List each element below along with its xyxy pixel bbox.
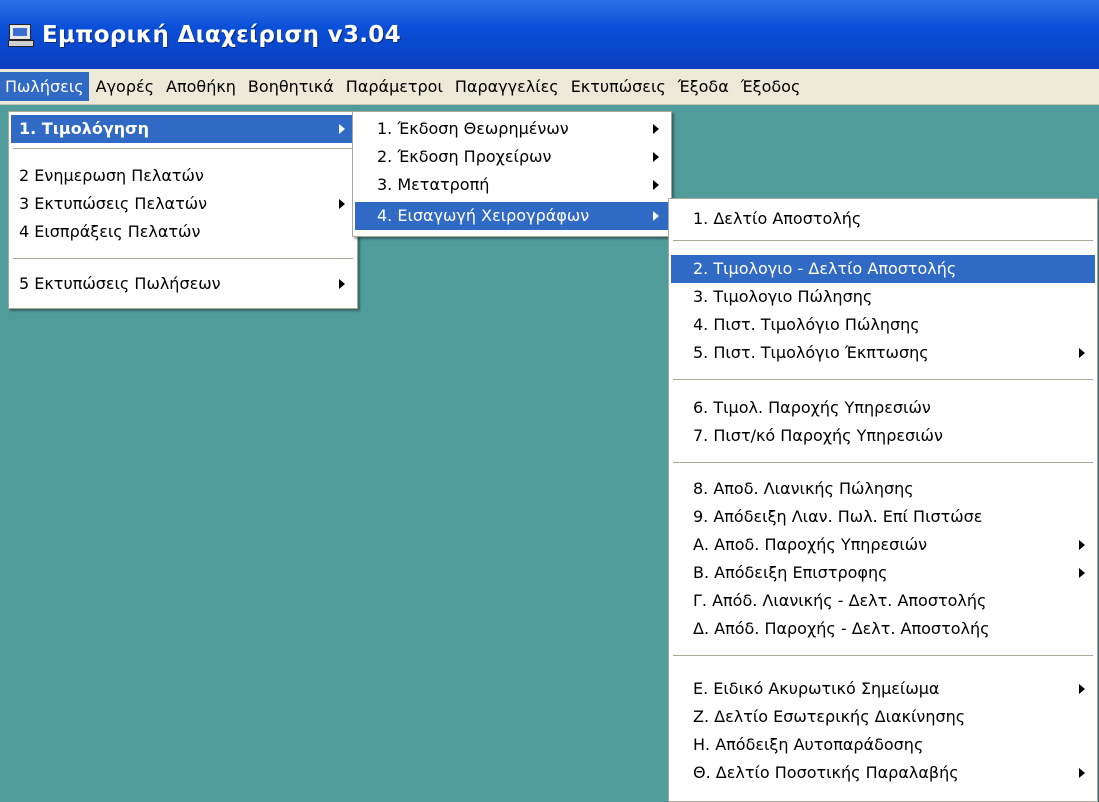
- menu-item-quantity-receipt-note[interactable]: Θ. Δελτίο Ποσοτικής Παραλαβής: [671, 759, 1095, 787]
- menu-item-label: 3. Μετατροπή: [377, 175, 490, 194]
- menu-item-sales-prints[interactable]: 5 Εκτυπώσεις Πωλήσεων: [11, 270, 355, 298]
- menu-item-retail-credit-receipt[interactable]: 9. Απόδειξη Λιαν. Πωλ. Επί Πιστώσε: [671, 503, 1095, 531]
- menubar-item-exit[interactable]: Έξοδος: [736, 72, 806, 101]
- menu-item-label: 1. Έκδοση Θεωρημένων: [377, 119, 569, 138]
- menu-item-credit-sales-invoice[interactable]: 4. Πιστ. Τιμολόγιο Πώλησης: [671, 311, 1095, 339]
- submenu-arrow-icon: [1079, 540, 1085, 550]
- submenu-arrow-icon: [339, 199, 345, 209]
- sales-menu: 1. Τιμολόγηση 2 Ενημερωση Πελατών 3 Εκτυ…: [8, 111, 358, 309]
- menu-item-conversion[interactable]: 3. Μετατροπή: [355, 171, 669, 199]
- menu-bar: Πωλήσεις Αγορές Αποθήκη Βοηθητικά Παράμε…: [0, 69, 1099, 105]
- menu-item-label: 4. Εισαγωγή Χειρογράφων: [377, 206, 590, 225]
- menu-item-sales-invoice[interactable]: 3. Τιμολογιο Πώλησης: [671, 283, 1095, 311]
- menu-item-label: 6. Τιμολ. Παροχής Υπηρεσιών: [693, 398, 931, 417]
- submenu-arrow-icon: [1079, 568, 1085, 578]
- submenu-arrow-icon: [653, 124, 659, 134]
- menu-item-services-credit[interactable]: 7. Πιστ/κό Παροχής Υπηρεσιών: [671, 422, 1095, 450]
- submenu-arrow-icon: [339, 279, 345, 289]
- menu-item-import-manual[interactable]: 4. Εισαγωγή Χειρογράφων: [355, 202, 669, 230]
- menubar-item-purchases[interactable]: Αγορές: [91, 72, 159, 101]
- menu-separator: [673, 462, 1093, 464]
- menu-item-return-receipt[interactable]: Β. Απόδειξη Επιστροφης: [671, 559, 1095, 587]
- window-title: Εμπορική Διαχείριση v3.04: [42, 21, 401, 48]
- menubar-item-prints[interactable]: Εκτυπώσεις: [566, 72, 671, 101]
- submenu-arrow-icon: [1079, 348, 1085, 358]
- menu-item-customer-prints[interactable]: 3 Εκτυπώσεις Πελατών: [11, 190, 355, 218]
- submenu-arrow-icon: [1079, 768, 1085, 778]
- menu-item-delivery-note[interactable]: 1. Δελτίο Αποστολής: [671, 205, 1095, 233]
- menu-item-internal-transfer-note[interactable]: Ζ. Δελτίο Εσωτερικής Διακίνησης: [671, 703, 1095, 731]
- submenu-arrow-icon: [653, 211, 659, 221]
- menu-item-invoicing[interactable]: 1. Τιμολόγηση: [11, 115, 355, 143]
- menu-separator: [13, 258, 353, 260]
- menu-item-issue-certified[interactable]: 1. Έκδοση Θεωρημένων: [355, 115, 669, 143]
- menu-separator: [673, 379, 1093, 381]
- submenu-arrow-icon: [339, 124, 345, 134]
- menu-item-retail-receipt[interactable]: 8. Αποδ. Λιανικής Πώλησης: [671, 475, 1095, 503]
- menu-item-retail-delivery-receipt[interactable]: Γ. Απόδ. Λιανικής - Δελτ. Αποστολής: [671, 587, 1095, 615]
- title-bar: Εμπορική Διαχείριση v3.04: [0, 0, 1099, 69]
- menu-item-special-cancellation-note[interactable]: Ε. Ειδικό Ακυρωτικό Σημείωμα: [671, 675, 1095, 703]
- menu-item-label: Γ. Απόδ. Λιανικής - Δελτ. Αποστολής: [693, 591, 987, 610]
- menu-item-label: 3 Εκτυπώσεις Πελατών: [19, 194, 208, 213]
- menu-item-label: Η. Απόδειξη Αυτοπαράδοσης: [693, 735, 924, 754]
- menubar-item-parameters[interactable]: Παράμετροι: [341, 72, 448, 101]
- menu-item-credit-discount-invoice[interactable]: 5. Πιστ. Τιμολόγιο Έκπτωσης: [671, 339, 1095, 367]
- menu-item-self-delivery-receipt[interactable]: Η. Απόδειξη Αυτοπαράδοσης: [671, 731, 1095, 759]
- menu-item-label: 8. Αποδ. Λιανικής Πώλησης: [693, 479, 914, 498]
- menu-item-label: 2 Ενημερωση Πελατών: [19, 166, 204, 185]
- menu-item-issue-drafts[interactable]: 2. Έκδοση Προχείρων: [355, 143, 669, 171]
- menu-item-label: 4 Εισπράξεις Πελατών: [19, 222, 201, 241]
- menu-item-update-customers[interactable]: 2 Ενημερωση Πελατών: [11, 162, 355, 190]
- invoicing-submenu: 1. Έκδοση Θεωρημένων 2. Έκδοση Προχείρων…: [352, 111, 672, 237]
- menubar-item-sales[interactable]: Πωλήσεις: [0, 72, 89, 101]
- menu-item-label: Β. Απόδειξη Επιστροφης: [693, 563, 888, 582]
- menu-item-label: 2. Τιμολογιο - Δελτίο Αποστολής: [693, 259, 957, 278]
- submenu-arrow-icon: [1079, 684, 1085, 694]
- menu-item-label: Δ. Απόδ. Παροχής - Δελτ. Αποστολής: [693, 619, 990, 638]
- menubar-item-utilities[interactable]: Βοηθητικά: [243, 72, 339, 101]
- menu-item-label: 5 Εκτυπώσεις Πωλήσεων: [19, 274, 221, 293]
- menu-separator: [673, 240, 1093, 242]
- menu-item-label: Ε. Ειδικό Ακυρωτικό Σημείωμα: [693, 679, 940, 698]
- menu-item-label: 3. Τιμολογιο Πώλησης: [693, 287, 873, 306]
- menu-item-customer-receipts[interactable]: 4 Εισπράξεις Πελατών: [11, 218, 355, 246]
- computer-icon[interactable]: [8, 23, 34, 47]
- menu-separator: [13, 148, 353, 150]
- menu-separator: [673, 655, 1093, 657]
- menubar-item-orders[interactable]: Παραγγελίες: [450, 72, 564, 101]
- menu-item-label: Ζ. Δελτίο Εσωτερικής Διακίνησης: [693, 707, 966, 726]
- menu-item-label: 2. Έκδοση Προχείρων: [377, 147, 552, 166]
- menu-item-label: 5. Πιστ. Τιμολόγιο Έκπτωσης: [693, 343, 929, 362]
- menu-item-label: Α. Αποδ. Παροχής Υπηρεσιών: [693, 535, 928, 554]
- submenu-arrow-icon: [653, 180, 659, 190]
- menu-item-label: 1. Δελτίο Αποστολής: [693, 209, 862, 228]
- menu-item-label: 9. Απόδειξη Λιαν. Πωλ. Επί Πιστώσε: [693, 507, 983, 526]
- menu-item-label: Θ. Δελτίο Ποσοτικής Παραλαβής: [693, 763, 959, 782]
- menu-item-services-delivery-receipt[interactable]: Δ. Απόδ. Παροχής - Δελτ. Αποστολής: [671, 615, 1095, 643]
- menu-item-invoice-delivery-note[interactable]: 2. Τιμολογιο - Δελτίο Αποστολής: [671, 255, 1095, 283]
- manual-documents-submenu: 1. Δελτίο Αποστολής 2. Τιμολογιο - Δελτί…: [668, 198, 1098, 802]
- menubar-item-expenses[interactable]: Έξοδα: [673, 72, 734, 101]
- submenu-arrow-icon: [653, 152, 659, 162]
- menu-item-services-invoice[interactable]: 6. Τιμολ. Παροχής Υπηρεσιών: [671, 394, 1095, 422]
- menubar-item-warehouse[interactable]: Αποθήκη: [161, 72, 241, 101]
- menu-item-label: 7. Πιστ/κό Παροχής Υπηρεσιών: [693, 426, 943, 445]
- menu-item-label: 1. Τιμολόγηση: [19, 119, 149, 138]
- menu-item-label: 4. Πιστ. Τιμολόγιο Πώλησης: [693, 315, 920, 334]
- menu-item-services-receipt[interactable]: Α. Αποδ. Παροχής Υπηρεσιών: [671, 531, 1095, 559]
